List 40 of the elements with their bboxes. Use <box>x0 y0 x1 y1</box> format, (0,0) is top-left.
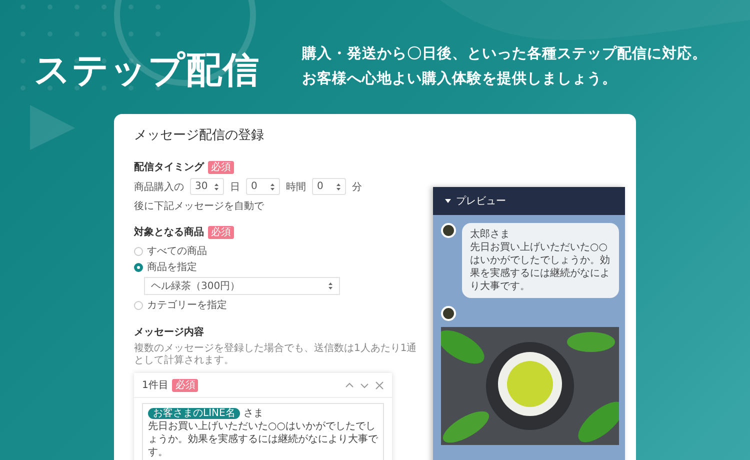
select-arrows-icon <box>328 282 333 290</box>
banner-text: お客様へ心地よい購入体験を提供しましょう。 <box>302 69 618 88</box>
timing-text: 後に下記メッセージを自動で <box>134 200 264 213</box>
section-label: 配信タイミング <box>134 160 204 174</box>
number-field[interactable]: 30 <box>190 178 224 195</box>
message-number: 1件目 <box>142 379 168 392</box>
radio-button[interactable] <box>134 262 143 272</box>
required-badge: 必須 <box>208 226 234 238</box>
section-label: 対象となる商品 <box>134 225 204 239</box>
message-input[interactable]: お客さまのLINE名 さま 先日お買い上げいただいた○○はいかがでしたでしょうか。効果を実感するには継続がなにより大事です。 <box>142 403 384 460</box>
radio-label[interactable]: カテゴリーを指定 <box>147 298 227 312</box>
avatar <box>441 223 456 238</box>
spinner-icon <box>214 182 219 190</box>
help-text: 複数のメッセージを登録した場合でも、送信数は1人あたり1通として計算されます。 <box>134 343 418 367</box>
chevron-down-icon[interactable] <box>360 380 369 390</box>
radio-label[interactable]: すべての商品 <box>147 244 207 258</box>
chevron-up-icon[interactable] <box>345 380 354 390</box>
required-badge: 必須 <box>208 160 234 174</box>
section-label: メッセージ内容 <box>134 325 204 339</box>
avatar <box>441 306 456 321</box>
spinner-icon <box>336 182 341 190</box>
unit-label: 日 <box>230 180 240 194</box>
radio-button[interactable] <box>134 300 143 310</box>
product-select[interactable]: ヘル緑茶（300円） <box>144 277 340 295</box>
timing-label: 商品購入の <box>134 180 184 194</box>
number-field[interactable]: 0 <box>312 178 346 195</box>
number-field[interactable]: 0 <box>246 178 280 195</box>
radio-label[interactable]: 商品を指定 <box>147 260 197 274</box>
spinner-icon <box>270 182 275 190</box>
banner-title: ステップ配信 <box>34 49 260 93</box>
required-badge: 必須 <box>172 378 198 392</box>
caret-icon[interactable] <box>445 199 451 203</box>
form-title: メッセージ配信の登録 <box>134 127 265 144</box>
close-icon[interactable] <box>375 380 384 390</box>
radio-button[interactable] <box>134 246 143 256</box>
preview-title[interactable]: プレビュー <box>456 194 506 208</box>
banner-text: 購入・発送から〇日後、といった各種ステップ配信に対応。 <box>302 44 707 63</box>
chat-bubble: 太郎さま 先日お買い上げいただいた○○はいかがでしたでしょうか。効果を実感するには継続がなにより大事です。 <box>462 223 619 298</box>
unit-label: 時間 <box>286 180 306 194</box>
unit-label: 分 <box>352 180 362 194</box>
